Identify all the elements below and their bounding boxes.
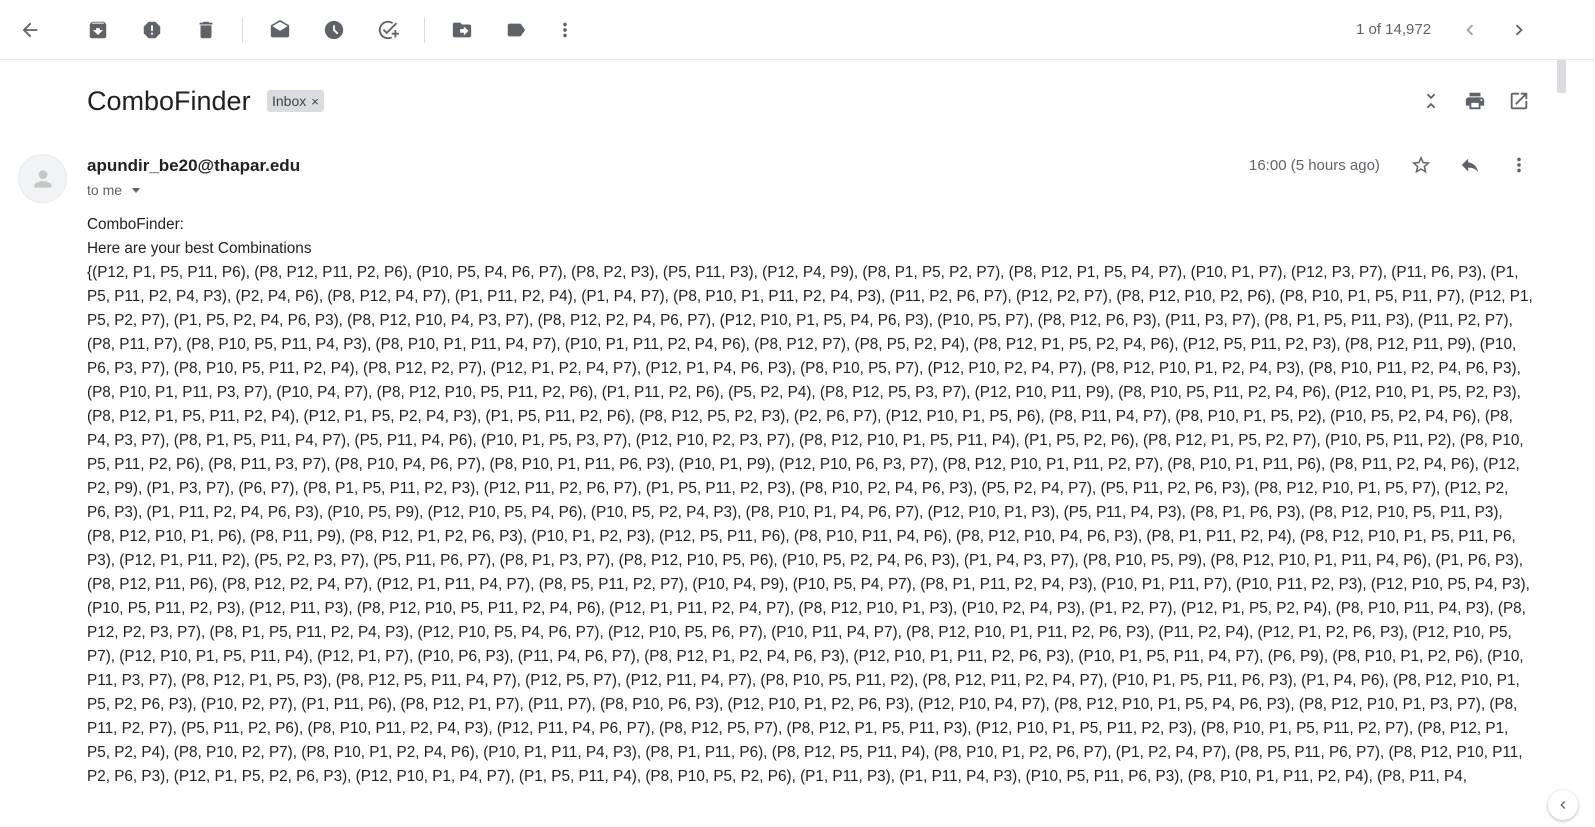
recipient-label: to me (87, 182, 123, 198)
combinations-text: {(P12, P1, P5, P11, P6), (P8, P12, P11, … (87, 264, 1533, 785)
sender-avatar[interactable] (18, 154, 67, 203)
toolbar: 1 of 14,972 (0, 0, 1595, 60)
label-icon[interactable] (501, 15, 531, 45)
move-to-icon[interactable] (447, 15, 477, 45)
collapse-all-icon[interactable] (1416, 86, 1446, 116)
report-spam-icon[interactable] (137, 15, 167, 45)
newer-chevron-left-icon[interactable] (1455, 15, 1485, 45)
email-timestamp: 16:00 (5 hours ago) (1249, 157, 1380, 174)
body-line: Here are your best Combinations (87, 240, 312, 257)
inbox-label-chip[interactable]: Inbox × (267, 90, 324, 112)
reply-icon[interactable] (1455, 150, 1485, 180)
print-icon[interactable] (1460, 86, 1490, 116)
mark-unread-icon[interactable] (265, 15, 295, 45)
email-subject: ComboFinder (87, 86, 251, 116)
more-vert-icon[interactable] (1504, 150, 1534, 180)
open-new-window-icon[interactable] (1504, 86, 1534, 116)
sender-email[interactable]: apundir_be20@thapar.edu (87, 156, 300, 176)
body-line: ComboFinder: (87, 216, 184, 233)
toolbar-divider (242, 17, 243, 43)
delete-icon[interactable] (191, 15, 221, 45)
archive-icon[interactable] (83, 15, 113, 45)
person-icon (33, 169, 52, 188)
recipient-dropdown-icon[interactable] (132, 187, 141, 193)
older-chevron-right-icon[interactable] (1504, 15, 1534, 45)
label-chip-text: Inbox (272, 93, 307, 109)
scrollbar-thumb[interactable] (1557, 60, 1566, 93)
pagination-count: 1 of 14,972 (1356, 21, 1432, 38)
back-arrow-icon[interactable] (15, 15, 45, 45)
email-body: ComboFinder: Here are your best Combinat… (87, 213, 1534, 789)
side-panel-toggle-icon[interactable] (1548, 790, 1578, 820)
snooze-icon[interactable] (319, 15, 349, 45)
recipient-details[interactable]: to me (87, 182, 141, 198)
add-task-icon[interactable] (373, 15, 403, 45)
toolbar-divider (424, 17, 425, 43)
more-vert-icon[interactable] (550, 15, 580, 45)
star-icon[interactable] (1406, 150, 1436, 180)
remove-label-icon[interactable]: × (311, 94, 319, 109)
